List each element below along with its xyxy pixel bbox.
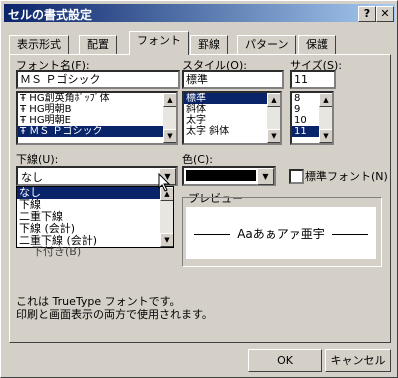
chevron-down-icon[interactable]: ▼ [257, 168, 274, 185]
truetype-icon: Ŧ [20, 93, 30, 104]
list-item-selected[interactable]: Ŧ ＭＳ Ｐゴシック [18, 126, 176, 137]
font-name-input[interactable]: ＭＳ Ｐゴシック [16, 70, 180, 89]
mouse-cursor-icon [158, 173, 171, 192]
underline-value: なし [21, 171, 43, 184]
style-input[interactable]: 標準 [182, 70, 284, 89]
truetype-icon: Ŧ [20, 115, 30, 126]
color-label: 色(C): [182, 153, 213, 166]
scroll-up-icon[interactable]: ▲ [267, 93, 280, 107]
color-swatch [186, 170, 256, 181]
truetype-icon: Ŧ [20, 126, 30, 137]
standard-font-checkbox[interactable] [289, 169, 304, 184]
preview-box: Aaあぁアァ亜宇 [186, 207, 376, 259]
truetype-icon: Ŧ [20, 104, 30, 115]
standard-font-label: 標準フォント(N) [305, 170, 388, 183]
font-panel: フォント名(F): ＭＳ Ｐゴシック Ŧ HG創英角ﾎﾟｯﾌﾟ体 Ŧ HG明朝B… [9, 54, 391, 343]
close-button[interactable]: ✕ [376, 6, 394, 22]
tab-border[interactable]: 罫線 [190, 35, 228, 54]
list-item[interactable]: Ŧ HG明朝E [18, 115, 176, 126]
tab-protection[interactable]: 保護 [298, 35, 336, 54]
list-item[interactable]: 斜体 [184, 104, 280, 115]
title-bar: セルの書式設定 ? ✕ [4, 4, 395, 22]
scroll-down-icon[interactable]: ▼ [160, 233, 173, 247]
help-button[interactable]: ? [358, 6, 376, 22]
style-list[interactable]: 標準 斜体 太字 太字 斜体 ▲ ▼ [182, 91, 282, 145]
underline-label: 下線(U): [16, 153, 59, 166]
list-item[interactable]: Ŧ HG明朝B [18, 104, 176, 115]
info-line-2: 印刷と画面表示の両方で使用されます。 [16, 308, 213, 321]
tab-pattern[interactable]: パターン [237, 35, 297, 54]
underline-dropdown[interactable]: なし ▼ [16, 166, 178, 186]
window-title: セルの書式設定 [8, 8, 93, 22]
preview-text: Aaあぁアァ亜宇 [230, 225, 332, 242]
font-list[interactable]: Ŧ HG創英角ﾎﾟｯﾌﾟ体 Ŧ HG明朝B Ŧ HG明朝E Ŧ ＭＳ Ｐゴシック… [16, 91, 178, 145]
style-list-scrollbar[interactable]: ▲ ▼ [267, 93, 280, 143]
ok-button[interactable]: OK [248, 349, 322, 372]
font-list-scrollbar[interactable]: ▲ ▼ [163, 93, 176, 143]
list-item-selected[interactable]: 標準 [184, 93, 280, 104]
underline-options-popup[interactable]: なし 下線 二重下線 下線 (会計) 二重下線 (会計) ▲ ▼ [16, 186, 174, 248]
size-list[interactable]: 8 9 10 11 ▲ ▼ [290, 91, 334, 145]
size-list-scrollbar[interactable]: ▲ ▼ [319, 93, 332, 143]
color-dropdown[interactable]: ▼ [182, 166, 276, 186]
scroll-down-icon[interactable]: ▼ [163, 129, 176, 143]
scroll-up-icon[interactable]: ▲ [163, 93, 176, 107]
list-item[interactable]: 太字 斜体 [184, 126, 280, 137]
scroll-down-icon[interactable]: ▼ [267, 129, 280, 143]
scroll-down-icon[interactable]: ▼ [319, 129, 332, 143]
size-input[interactable]: 11 [290, 70, 336, 89]
tab-font[interactable]: フォント [129, 31, 189, 55]
tab-alignment[interactable]: 配置 [79, 35, 117, 54]
tab-strip: 表示形式 配置 フォント 罫線 パターン 保護 [9, 31, 389, 55]
font-format-dialog: セルの書式設定 ? ✕ 表示形式 配置 フォント 罫線 パターン 保護 フォント… [0, 0, 398, 378]
effects-partial-label: 下付き(B) [32, 245, 82, 258]
list-item[interactable]: 太字 [184, 115, 280, 126]
tab-number-format[interactable]: 表示形式 [9, 35, 69, 54]
cancel-button[interactable]: キャンセル [325, 349, 391, 372]
list-item[interactable]: Ŧ HG創英角ﾎﾟｯﾌﾟ体 [18, 93, 176, 104]
popup-scrollbar[interactable]: ▲ ▼ [160, 187, 173, 247]
scroll-up-icon[interactable]: ▲ [319, 93, 332, 107]
